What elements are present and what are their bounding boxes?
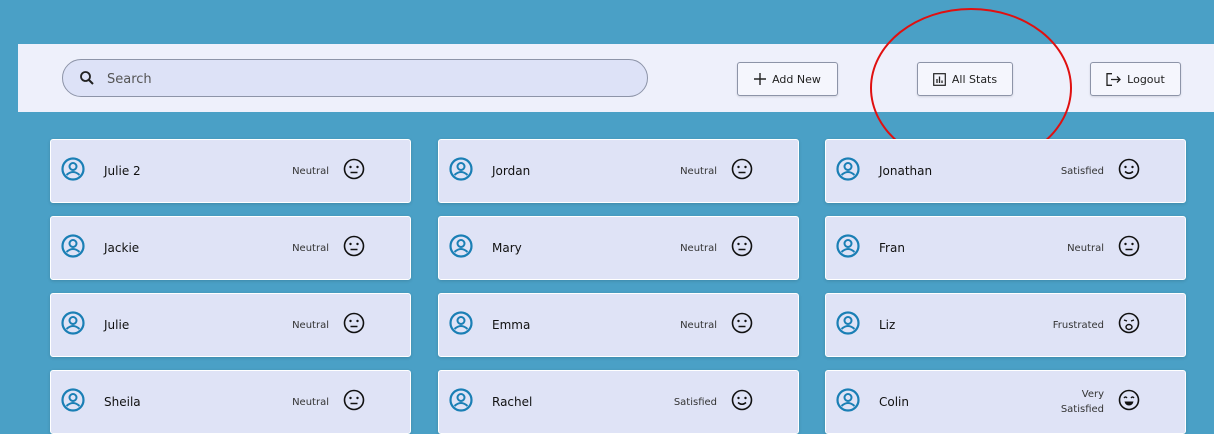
customer-name: Rachel — [492, 395, 533, 409]
add-new-button[interactable]: Add New — [737, 62, 838, 96]
neutral-face-icon — [343, 312, 365, 334]
search-icon — [80, 71, 94, 85]
logout-label: Logout — [1127, 72, 1165, 86]
customer-name: Jordan — [492, 164, 531, 178]
neutral-face-icon — [1118, 235, 1140, 257]
search-input[interactable] — [105, 66, 629, 92]
neutral-face-icon — [343, 235, 365, 257]
customer-card[interactable]: Jackie Neutral — [50, 216, 411, 280]
logout-button[interactable]: Logout — [1090, 62, 1181, 96]
customer-name: Jackie — [104, 241, 140, 255]
bar-chart-icon — [932, 72, 946, 86]
customer-card[interactable]: Rachel Satisfied — [438, 370, 799, 434]
customer-name: Jonathan — [879, 164, 933, 178]
very-satisfied-face-icon — [1118, 389, 1140, 411]
customer-status: Neutral — [680, 319, 717, 331]
user-avatar-icon — [449, 388, 473, 412]
customer-card[interactable]: Mary Neutral — [438, 216, 799, 280]
customer-name: Emma — [492, 318, 531, 332]
neutral-face-icon — [343, 158, 365, 180]
neutral-face-icon — [731, 235, 753, 257]
customer-card[interactable]: Sheila Neutral — [50, 370, 411, 434]
customer-name: Colin — [879, 395, 909, 409]
frustrated-face-icon — [1118, 312, 1140, 334]
customer-name: Julie 2 — [104, 164, 141, 178]
user-avatar-icon — [61, 311, 85, 335]
user-avatar-icon — [836, 157, 860, 181]
customer-status: Frustrated — [1052, 319, 1104, 331]
customer-name: Mary — [492, 241, 522, 255]
all-stats-label: All Stats — [951, 72, 998, 86]
customer-status: Neutral — [292, 319, 329, 331]
customer-name: Sheila — [104, 395, 141, 409]
neutral-face-icon — [731, 312, 753, 334]
customer-name: Liz — [879, 318, 896, 332]
user-avatar-icon — [449, 234, 473, 258]
user-avatar-icon — [61, 157, 85, 181]
neutral-face-icon — [731, 158, 753, 180]
user-avatar-icon — [449, 311, 473, 335]
customer-status: Satisfied — [1060, 165, 1104, 177]
customer-card[interactable]: Fran Neutral — [825, 216, 1186, 280]
neutral-face-icon — [343, 389, 365, 411]
customer-status: Neutral — [292, 242, 329, 254]
all-stats-button[interactable]: All Stats — [917, 62, 1013, 96]
customer-card[interactable]: Liz Frustrated — [825, 293, 1186, 357]
customer-status: Neutral — [680, 165, 717, 177]
add-new-label: Add New — [772, 72, 821, 86]
customer-status: Neutral — [292, 165, 329, 177]
customer-status: Very Satisfied — [1060, 389, 1104, 415]
user-avatar-icon — [836, 388, 860, 412]
plus-icon — [754, 73, 767, 85]
user-avatar-icon — [836, 311, 860, 335]
logout-icon — [1106, 72, 1122, 86]
user-avatar-icon — [61, 388, 85, 412]
user-avatar-icon — [61, 234, 85, 258]
satisfied-face-icon — [731, 389, 753, 411]
customer-card[interactable]: Jordan Neutral — [438, 139, 799, 203]
customer-card[interactable]: Jonathan Satisfied — [825, 139, 1186, 203]
satisfied-face-icon — [1118, 158, 1140, 180]
customer-status: Neutral — [680, 242, 717, 254]
customer-status: Satisfied — [673, 396, 717, 408]
customer-name: Fran — [879, 241, 905, 255]
customer-card[interactable]: Julie Neutral — [50, 293, 411, 357]
customer-card[interactable]: Emma Neutral — [438, 293, 799, 357]
top-bar: Add New All Stats Logout — [18, 44, 1214, 112]
customer-card[interactable]: Colin Very Satisfied — [825, 370, 1186, 434]
customer-status: Neutral — [1067, 242, 1104, 254]
customer-status: Neutral — [292, 396, 329, 408]
customer-card[interactable]: Julie 2 Neutral — [50, 139, 411, 203]
user-avatar-icon — [836, 234, 860, 258]
user-avatar-icon — [449, 157, 473, 181]
customer-name: Julie — [104, 318, 130, 332]
search-box[interactable] — [62, 59, 648, 97]
